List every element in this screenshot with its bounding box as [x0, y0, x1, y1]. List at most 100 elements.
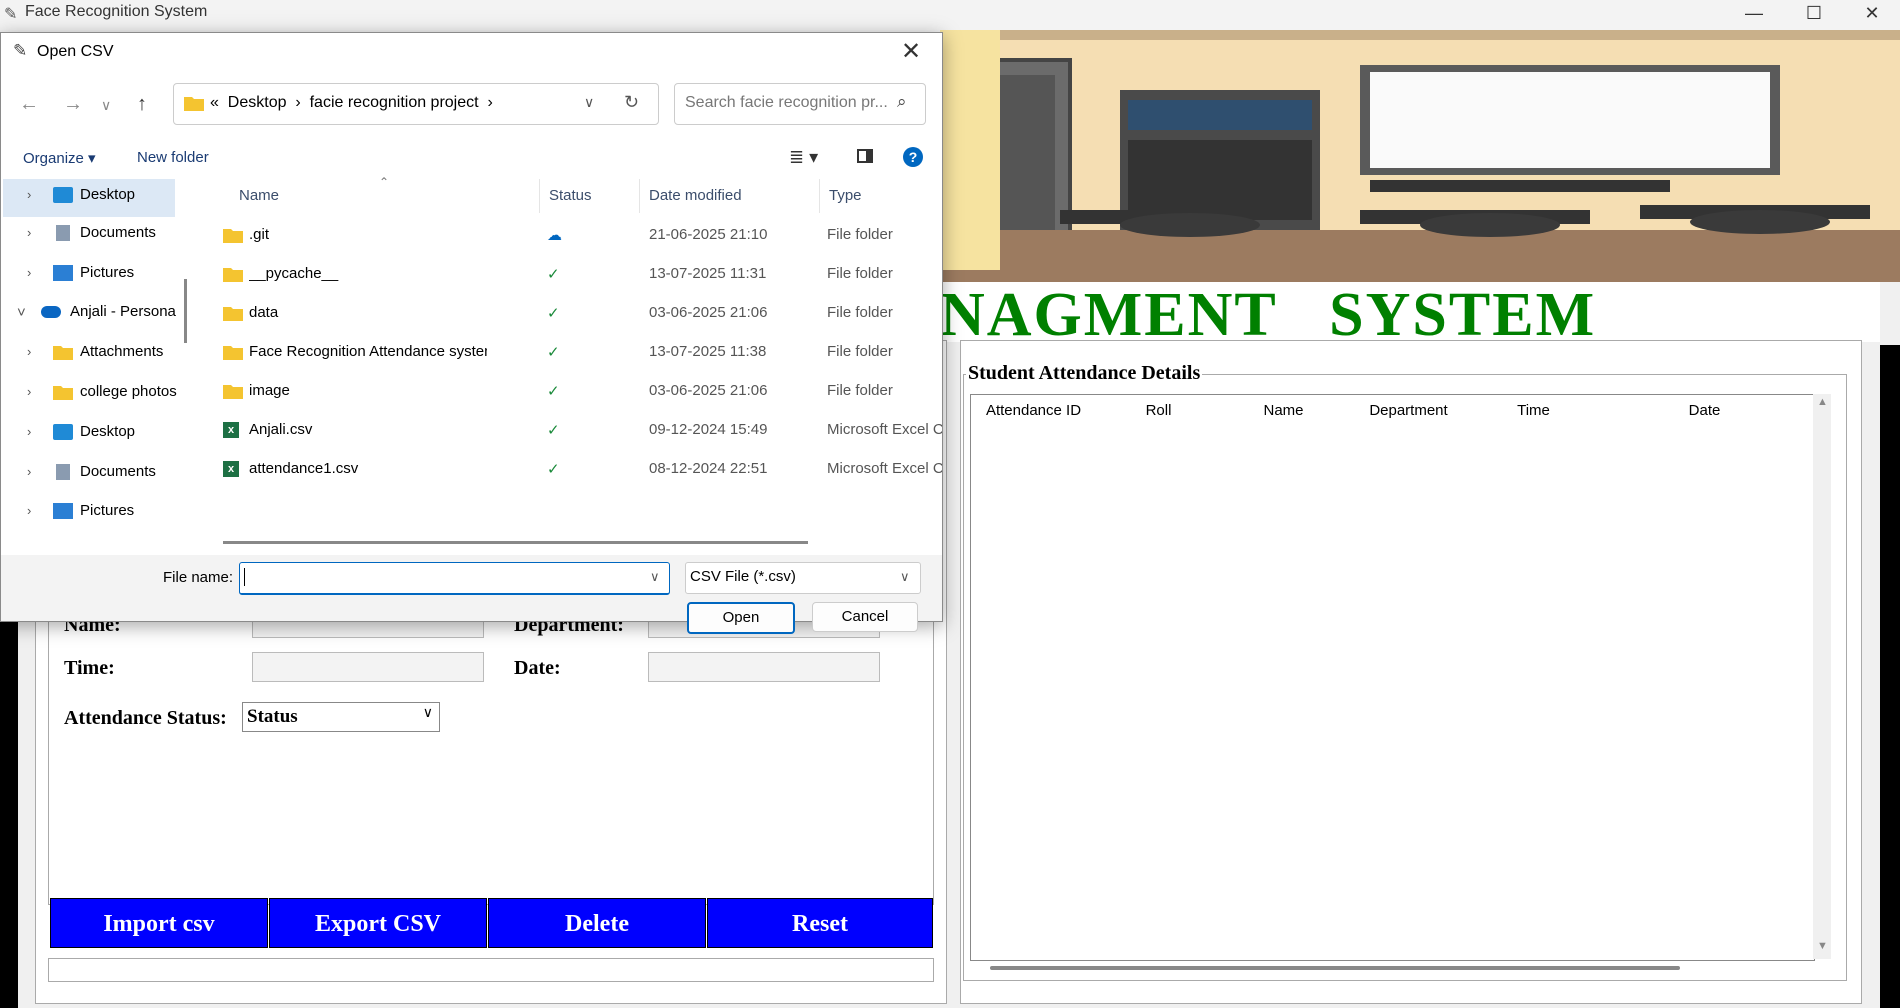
synced-check-icon: ✓	[547, 461, 560, 478]
refresh-icon[interactable]: ↻	[624, 92, 639, 113]
breadcrumb[interactable]: « Desktop › facie recognition project ›	[210, 94, 493, 112]
search-placeholder: Search facie recognition pr...	[685, 94, 888, 111]
column-header-type[interactable]: Type	[829, 187, 862, 204]
file-row-image[interactable]: image ✓ 03-06-2025 21:06 File folder	[197, 373, 942, 411]
file-name-input[interactable]: ∨	[239, 562, 670, 595]
table-horizontal-scrollbar[interactable]	[990, 966, 1680, 970]
time-field[interactable]	[252, 652, 484, 682]
file-row-git[interactable]: .git ☁ 21-06-2025 21:10 File folder	[197, 217, 942, 255]
column-header[interactable]: Name	[1221, 395, 1347, 427]
delete-button[interactable]: Delete	[488, 898, 706, 948]
file-row-anjali-csv[interactable]: x Anjali.csv ✓ 09-12-2024 15:49 Microsof…	[197, 412, 942, 450]
cloud-status-icon: ☁	[547, 227, 562, 244]
pictures-icon	[53, 265, 73, 281]
column-header[interactable]: Time	[1471, 395, 1597, 427]
view-options-icon[interactable]: ≣ ▾	[789, 147, 818, 168]
chevron-down-icon[interactable]: ∨	[584, 94, 594, 111]
column-divider[interactable]	[819, 179, 820, 213]
export-csv-button[interactable]: Export CSV	[269, 898, 487, 948]
open-button[interactable]: Open	[687, 602, 795, 634]
column-header[interactable]: Roll	[1096, 395, 1222, 427]
left-dark-edge	[0, 590, 18, 1008]
file-list: ⌃ Name Status Date modified Type .git ☁ …	[197, 177, 942, 550]
close-icon[interactable]: ✕	[901, 37, 921, 66]
close-window-button[interactable]: ✕	[1842, 0, 1900, 28]
dialog-title: Open CSV	[37, 43, 114, 60]
file-type: File folder	[827, 343, 893, 360]
forward-arrow-icon[interactable]: →	[63, 93, 83, 116]
reset-button[interactable]: Reset	[707, 898, 933, 948]
page-heading: NAGMENT SYSTEM	[880, 281, 1880, 349]
search-icon[interactable]: ⌕	[897, 92, 907, 112]
column-header[interactable]: Date	[1596, 395, 1813, 427]
scroll-up-icon[interactable]: ▲	[1817, 396, 1828, 408]
nav-item-onedrive[interactable]: ˅ Anjali - Persona	[1, 294, 176, 332]
file-row-data[interactable]: data ✓ 03-06-2025 21:06 File folder	[197, 295, 942, 333]
help-icon[interactable]: ?	[903, 147, 923, 167]
up-arrow-icon[interactable]: ↑	[137, 93, 147, 116]
scroll-down-icon[interactable]: ▼	[1817, 940, 1828, 952]
file-type: Microsoft Excel C	[827, 460, 942, 477]
nav-label: Anjali - Persona	[70, 303, 176, 320]
chevron-right-icon: ›	[27, 503, 32, 518]
column-divider[interactable]	[639, 179, 640, 213]
organize-menu[interactable]: Organize ▾	[23, 149, 96, 167]
cancel-button[interactable]: Cancel	[812, 602, 918, 632]
excel-file-icon: x	[223, 422, 239, 438]
nav-item-desktop-2[interactable]: › Desktop	[1, 414, 186, 452]
folder-icon	[223, 385, 243, 399]
file-row-pycache[interactable]: __pycache__ ✓ 13-07-2025 11:31 File fold…	[197, 256, 942, 294]
nav-scrollbar[interactable]	[184, 279, 187, 343]
table-vertical-scrollbar[interactable]: ▲ ▼	[1813, 394, 1831, 959]
synced-check-icon: ✓	[547, 266, 560, 283]
text-cursor	[244, 568, 245, 586]
synced-check-icon: ✓	[547, 344, 560, 361]
maximize-button[interactable]: ☐	[1784, 0, 1844, 28]
back-arrow-icon[interactable]: ←	[19, 93, 39, 116]
nav-label: Pictures	[80, 264, 135, 281]
nav-label: Pictures	[80, 502, 135, 519]
classroom-banner-image	[940, 30, 1900, 282]
time-label: Time:	[64, 657, 115, 679]
nav-item-pictures[interactable]: › Pictures	[1, 255, 186, 293]
column-divider[interactable]	[539, 179, 540, 213]
nav-item-college-photos[interactable]: › college photos	[1, 374, 186, 412]
nav-item-desktop[interactable]: › Desktop	[1, 177, 186, 215]
column-header-date-modified[interactable]: Date modified	[649, 187, 742, 204]
nav-item-documents-2[interactable]: › Documents	[1, 454, 186, 492]
file-date: 09-12-2024 15:49	[649, 421, 768, 438]
nav-item-attachments[interactable]: › Attachments	[1, 334, 186, 372]
minimize-button[interactable]: —	[1724, 0, 1784, 28]
attendance-table[interactable]: Attendance ID Roll Name Department Time …	[970, 394, 1815, 961]
chevron-down-icon: ∨	[422, 706, 433, 721]
column-header-name[interactable]: Name	[239, 187, 279, 204]
import-csv-button[interactable]: Import csv	[50, 898, 268, 948]
nav-label: Desktop	[80, 186, 136, 203]
attendance-status-combobox[interactable]: Status ∨	[242, 702, 440, 732]
window-title: Face Recognition System	[25, 3, 208, 20]
file-row-face-recognition[interactable]: Face Recognition Attendance system Pro..…	[197, 334, 942, 372]
chevron-right-icon: ›	[27, 187, 32, 202]
open-csv-dialog: ✎ Open CSV ✕ ← → ∨ ↑ « Desktop › facie r…	[0, 32, 943, 634]
date-field[interactable]	[648, 652, 880, 682]
nav-item-pictures-2[interactable]: › Pictures	[1, 493, 186, 531]
file-type: File folder	[827, 382, 893, 399]
column-header[interactable]: Department	[1346, 395, 1472, 427]
chevron-down-icon[interactable]: ∨	[650, 569, 660, 585]
column-header[interactable]: Attendance ID	[971, 395, 1097, 427]
file-row-attendance1-csv[interactable]: x attendance1.csv ✓ 08-12-2024 22:51 Mic…	[197, 451, 942, 489]
new-folder-button[interactable]: New folder	[137, 149, 209, 166]
pictures-icon	[53, 503, 73, 519]
folder-icon	[223, 229, 243, 243]
column-header-status[interactable]: Status	[549, 187, 592, 204]
nav-item-documents[interactable]: › Documents	[1, 215, 186, 253]
navigation-pane: › Desktop › Documents › Pictures ˅ Anjal…	[1, 177, 186, 555]
attendance-details-title: Student Attendance Details	[966, 362, 1203, 385]
recent-locations-chevron-icon[interactable]: ∨	[101, 97, 111, 114]
file-list-horizontal-scrollbar[interactable]	[223, 541, 808, 544]
file-type-select[interactable]: CSV File (*.csv) ∨	[685, 562, 921, 594]
preview-pane-icon[interactable]	[857, 149, 873, 163]
address-bar[interactable]: « Desktop › facie recognition project › …	[173, 83, 659, 125]
banner-left-art	[940, 30, 1000, 270]
search-box[interactable]: Search facie recognition pr... ⌕	[674, 83, 926, 125]
